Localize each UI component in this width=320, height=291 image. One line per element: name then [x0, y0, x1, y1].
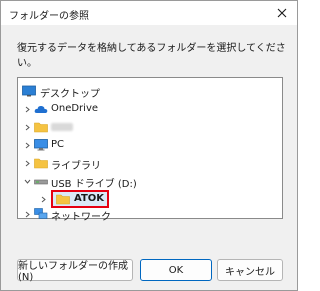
new-folder-button[interactable]: 新しいフォルダーの作成(N)	[17, 259, 133, 283]
tree-item-user-folder[interactable]	[18, 118, 282, 136]
redacted-label	[51, 123, 73, 131]
chevron-right-icon[interactable]	[22, 104, 32, 114]
title-bar: フォルダーの参照	[1, 1, 297, 25]
tree-item-label: USB ドライブ (D:)	[51, 179, 137, 190]
close-icon	[277, 8, 287, 18]
tree-item-usb-drive[interactable]: USB ドライブ (D:)	[18, 172, 282, 190]
cloud-icon	[34, 103, 48, 115]
browse-folder-dialog: フォルダーの参照 復元するデータを格納してあるフォルダーを選択してください。 デ…	[0, 0, 298, 291]
folder-icon	[34, 121, 48, 133]
window-title: フォルダーの参照	[9, 11, 89, 22]
monitor-icon	[34, 139, 48, 151]
network-icon	[34, 208, 48, 220]
tree-item-label: ライブラリ	[51, 161, 101, 172]
cancel-button[interactable]: キャンセル	[217, 259, 283, 281]
drive-icon	[34, 175, 48, 187]
tree-item-label: PC	[51, 139, 65, 150]
chevron-right-icon[interactable]	[22, 158, 32, 168]
tree-item-label: OneDrive	[51, 103, 99, 114]
chevron-right-icon[interactable]	[22, 122, 32, 132]
chevron-down-icon[interactable]	[22, 176, 32, 186]
instruction-text: 復元するデータを格納してあるフォルダーを選択してください。	[17, 43, 286, 69]
close-button[interactable]	[267, 1, 297, 25]
chevron-right-icon[interactable]	[22, 209, 32, 219]
chevron-right-icon[interactable]	[38, 194, 48, 204]
tree-item-pc[interactable]: PC	[18, 136, 282, 154]
tree-item-label: ネットワーク	[51, 212, 111, 223]
tree-item-atok[interactable]: ATOK	[18, 190, 282, 208]
tree-item-library[interactable]: ライブラリ	[18, 154, 282, 172]
tree-item-desktop[interactable]: デスクトップ	[18, 82, 282, 100]
chevron-right-icon[interactable]	[22, 140, 32, 150]
tree-item-onedrive[interactable]: OneDrive	[18, 100, 282, 118]
folder-icon	[56, 193, 70, 205]
tree-item-network[interactable]: ネットワーク	[18, 208, 282, 223]
tree-item-label: デスクトップ	[40, 89, 100, 100]
ok-button[interactable]: OK	[140, 259, 212, 281]
folder-icon	[34, 157, 48, 169]
folder-tree[interactable]: デスクトップ OneDrive PC ライブラリ USB ドライブ (D:) A…	[17, 77, 283, 223]
desktop-icon	[22, 85, 36, 97]
tree-item-label: ATOK	[74, 193, 105, 204]
